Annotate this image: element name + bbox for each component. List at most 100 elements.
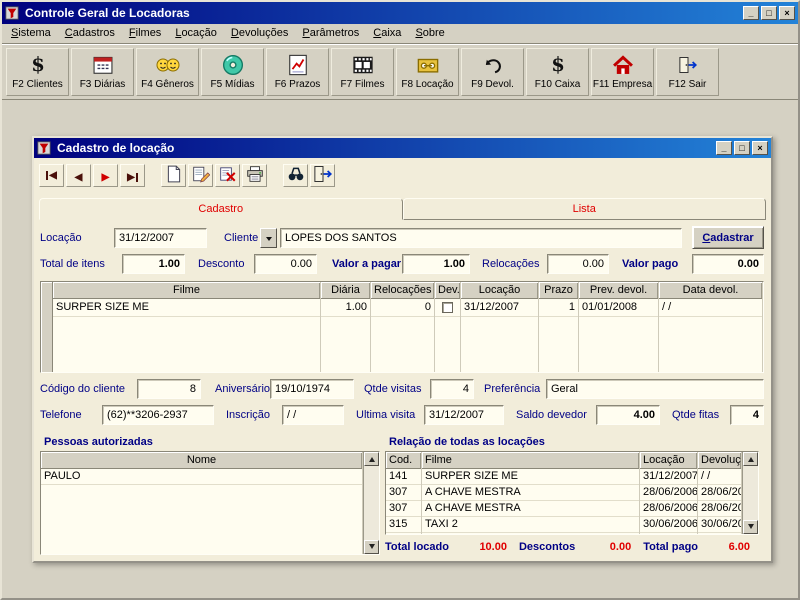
- menu-item-locacao[interactable]: Locação: [168, 25, 224, 42]
- menu-item-parametros[interactable]: Parâmetros: [295, 25, 366, 42]
- grid-header-locacao[interactable]: Locação: [461, 282, 538, 299]
- exit-button[interactable]: [310, 164, 335, 187]
- grid-cell-locacao[interactable]: 31/12/2007: [461, 299, 538, 317]
- scroll-up-button[interactable]: [743, 452, 758, 466]
- prior-record-button[interactable]: ◀: [66, 164, 91, 187]
- toolbar-button-f10-caixa[interactable]: $F10 Caixa: [526, 48, 589, 96]
- preferencia-field[interactable]: Geral: [546, 379, 764, 399]
- history-cell-cod[interactable]: 141: [386, 469, 421, 485]
- scroll-down-button[interactable]: [364, 540, 379, 554]
- next-record-button[interactable]: ▶: [93, 164, 118, 187]
- last-record-button[interactable]: ▶: [120, 164, 145, 187]
- history-header-filme[interactable]: Filme: [422, 452, 639, 469]
- edit-record-button[interactable]: [188, 164, 213, 187]
- history-cell-filme[interactable]: A CHAVE MESTRA: [422, 485, 639, 501]
- cadastrar-button[interactable]: Cadastrar: [692, 226, 764, 249]
- grid-header-filme[interactable]: Filme: [53, 282, 320, 299]
- authorized-header-nome[interactable]: Nome: [41, 452, 362, 469]
- history-cell-locacao[interactable]: 28/06/2006: [640, 501, 697, 517]
- grid-cell-diaria[interactable]: 1.00: [321, 299, 370, 317]
- toolbar-button-f6-prazos[interactable]: F6 Prazos: [266, 48, 329, 96]
- qtde-visitas-field[interactable]: 4: [430, 379, 474, 399]
- menu-item-sistema[interactable]: Sistema: [4, 25, 58, 42]
- history-cell-devolucao[interactable]: 30/06/2006: [698, 517, 741, 533]
- scroll-up-button[interactable]: [364, 452, 379, 466]
- toolbar-button-f4-generos[interactable]: F4 Gêneros: [136, 48, 199, 96]
- saldo-devedor-field[interactable]: 4.00: [596, 405, 660, 425]
- dialog-maximize-button[interactable]: □: [734, 141, 750, 155]
- toolbar-button-f12-sair[interactable]: F12 Sair: [656, 48, 719, 96]
- total-itens-field[interactable]: 1.00: [122, 254, 185, 274]
- history-header-cod[interactable]: Cod.: [386, 452, 421, 469]
- history-cell-locacao[interactable]: 28/06/2006: [640, 485, 697, 501]
- maximize-button[interactable]: □: [761, 6, 777, 20]
- history-scrollbar[interactable]: [742, 452, 758, 534]
- menu-item-filmes[interactable]: Filmes: [122, 25, 168, 42]
- telefone-field[interactable]: (62)**3206-2937: [102, 405, 214, 425]
- dialog-minimize-button[interactable]: _: [716, 141, 732, 155]
- history-cell-locacao[interactable]: 30/06/2006: [640, 517, 697, 533]
- toolbar-button-f11-empresa[interactable]: F11 Empresa: [591, 48, 654, 96]
- history-cell-cod[interactable]: 307: [386, 501, 421, 517]
- authorized-scrollbar[interactable]: [363, 452, 379, 554]
- aniversario-field[interactable]: 19/10/1974: [270, 379, 354, 399]
- history-header-locacao[interactable]: Locação: [640, 452, 697, 469]
- grid-header-diaria[interactable]: Diária: [321, 282, 370, 299]
- valor-pago-field[interactable]: 0.00: [692, 254, 764, 274]
- relocacoes-field[interactable]: 0.00: [547, 254, 609, 274]
- qtde-fitas-field[interactable]: 4: [730, 405, 764, 425]
- grid-header-relocacoes[interactable]: Relocações: [371, 282, 434, 299]
- toolbar-button-f7-filmes[interactable]: F7 Filmes: [331, 48, 394, 96]
- codigo-cliente-field[interactable]: 8: [137, 379, 201, 399]
- close-button[interactable]: ×: [779, 6, 795, 20]
- history-cell-devolucao[interactable]: 28/06/2006: [698, 501, 741, 517]
- devolucao-checkbox-unchecked[interactable]: [442, 302, 453, 313]
- inscricao-field[interactable]: / /: [282, 405, 344, 425]
- new-record-button[interactable]: [161, 164, 186, 187]
- locacao-date-field[interactable]: 31/12/2007: [114, 228, 207, 248]
- toolbar-button-f5-midias[interactable]: F5 Mídias: [201, 48, 264, 96]
- minimize-button[interactable]: _: [743, 6, 759, 20]
- toolbar-button-f9-devol[interactable]: F9 Devol.: [461, 48, 524, 96]
- dialog-close-button[interactable]: ×: [752, 141, 768, 155]
- toolbar-button-f3-diarias[interactable]: F3 Diárias: [71, 48, 134, 96]
- cliente-field[interactable]: LOPES DOS SANTOS: [280, 228, 682, 248]
- toolbar-button-f2-clientes[interactable]: $F2 Clientes: [6, 48, 69, 96]
- grid-cell-relocacoes[interactable]: 0: [371, 299, 434, 317]
- ultima-visita-field[interactable]: 31/12/2007: [424, 405, 504, 425]
- cliente-dropdown-button[interactable]: [260, 228, 277, 248]
- history-cell-devolucao[interactable]: / /: [698, 469, 741, 485]
- grid-cell-data-devol[interactable]: / /: [659, 299, 762, 317]
- valor-a-pagar-field[interactable]: 1.00: [402, 254, 470, 274]
- desconto-field[interactable]: 0.00: [254, 254, 317, 274]
- history-cell-cod[interactable]: 315: [386, 517, 421, 533]
- menu-item-caixa[interactable]: Caixa: [366, 25, 408, 42]
- grid-header-data-devol[interactable]: Data devol.: [659, 282, 762, 299]
- history-cell-filme[interactable]: SURPER SIZE ME: [422, 469, 639, 485]
- history-cell-cod[interactable]: 307: [386, 485, 421, 501]
- authorized-row[interactable]: PAULO: [41, 469, 362, 485]
- grid-cell-dev[interactable]: [435, 299, 460, 317]
- history-cell-filme[interactable]: TAXI 2: [422, 517, 639, 533]
- grid-header-prazo[interactable]: Prazo: [539, 282, 578, 299]
- grid-header-dev[interactable]: Dev.: [435, 282, 460, 299]
- grid-cell-prazo[interactable]: 1: [539, 299, 578, 317]
- history-cell-locacao[interactable]: 31/12/2007: [640, 469, 697, 485]
- search-button[interactable]: [283, 164, 308, 187]
- scroll-down-button[interactable]: [743, 520, 758, 534]
- menu-item-cadastros[interactable]: Cadastros: [58, 25, 122, 42]
- grid-header-prev-devol[interactable]: Prev. devol.: [579, 282, 658, 299]
- print-button[interactable]: [242, 164, 267, 187]
- history-header-devolucao[interactable]: Devolução: [698, 452, 741, 469]
- menu-item-sobre[interactable]: Sobre: [408, 25, 451, 42]
- first-record-button[interactable]: ◀: [39, 164, 64, 187]
- history-cell-devolucao[interactable]: 28/06/2006: [698, 485, 741, 501]
- menu-item-devolucoes[interactable]: Devoluções: [224, 25, 296, 42]
- tab-cadastro[interactable]: Cadastro: [39, 198, 403, 220]
- grid-cell-filme[interactable]: SURPER SIZE ME: [53, 299, 320, 317]
- history-cell-filme[interactable]: A CHAVE MESTRA: [422, 501, 639, 517]
- toolbar-button-f8-locacao[interactable]: F8 Locação: [396, 48, 459, 96]
- grid-cell-prev-devol[interactable]: 01/01/2008: [579, 299, 658, 317]
- delete-record-button[interactable]: [215, 164, 240, 187]
- tab-lista[interactable]: Lista: [403, 198, 767, 220]
